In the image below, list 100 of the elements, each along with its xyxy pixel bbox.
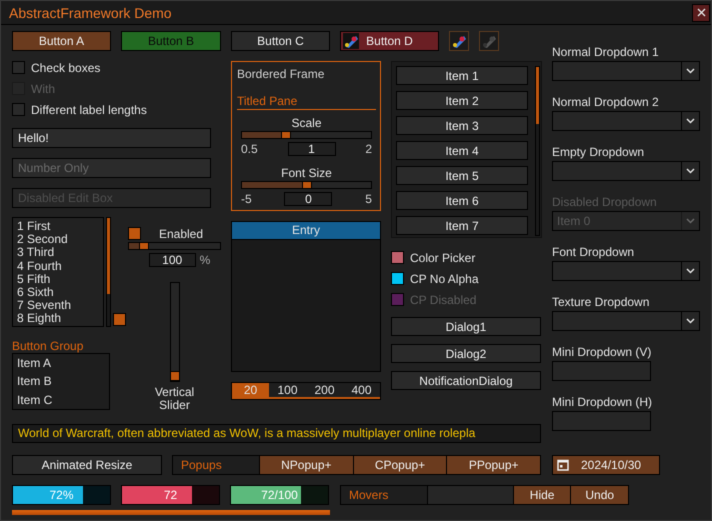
dropdown-label: Mini Dropdown (H) [552, 394, 654, 411]
page-size-tab[interactable]: 400 [343, 383, 380, 399]
popup-button[interactable]: NPopup+ [259, 456, 353, 474]
max-label: 5 [365, 192, 372, 206]
color-picker-label: CP Disabled [410, 292, 476, 306]
square-button[interactable] [113, 313, 126, 326]
dropdown-label: Normal Dropdown 2 [552, 94, 660, 111]
list-item-button[interactable]: Item 6 [396, 191, 528, 210]
color-swatch[interactable] [391, 272, 404, 285]
text-field[interactable]: Number Only [12, 158, 211, 178]
progress-label: 72% [48, 487, 75, 504]
push-button[interactable]: Button A [12, 31, 111, 51]
group-title: Button Group [12, 339, 84, 353]
list-item[interactable]: 1 First [17, 220, 99, 234]
scrollbar[interactable] [535, 66, 540, 236]
color-picker-label: CP No Alpha [410, 272, 478, 286]
slider-thumb[interactable] [138, 242, 149, 250]
window-title: AbstractFramework Demo [9, 4, 172, 20]
page-size-tab[interactable]: 20 [232, 383, 269, 399]
dropdown-label: Texture Dropdown [552, 294, 650, 311]
dropdown-label: Disabled Dropdown [552, 194, 658, 211]
pane-title: Titled Pane [237, 94, 298, 108]
close-icon [696, 8, 706, 17]
unit-label: % [200, 253, 210, 267]
page-size-tab[interactable]: 200 [306, 383, 343, 399]
checkbox[interactable] [12, 61, 25, 74]
slider[interactable] [241, 181, 372, 189]
text-field[interactable]: Hello! [12, 128, 211, 148]
slider-label: Scale [290, 116, 323, 130]
list-item-button[interactable]: Item 5 [396, 166, 528, 185]
mover-button[interactable]: Hide [512, 486, 570, 504]
slider-thumb[interactable] [170, 371, 180, 381]
slider-thumb[interactable] [302, 181, 312, 189]
slider-label: Font Size [280, 166, 333, 180]
color-swatch[interactable] [391, 251, 404, 264]
checkbox-label: Different label lengths [31, 102, 147, 116]
vertical-slider[interactable] [170, 282, 180, 382]
dialog-button[interactable]: Dialog1 [391, 317, 541, 336]
slider-label: Enabled [158, 226, 204, 240]
checkbox[interactable] [12, 103, 25, 116]
chevron-down-icon [686, 268, 695, 274]
list-item[interactable]: 4 Fourth [17, 260, 99, 273]
popup-button[interactable]: PPopup+ [446, 456, 540, 474]
min-label: 0.5 [241, 142, 258, 156]
dialog-button[interactable]: Dialog2 [391, 344, 541, 363]
dropdown-label: Font Dropdown [552, 244, 636, 261]
close-button[interactable] [692, 4, 710, 22]
max-label: 2 [365, 142, 372, 156]
checkbox-label: With [31, 82, 55, 96]
slider[interactable] [241, 131, 372, 139]
group-title: Popups [180, 457, 223, 474]
color-picker-label: Color Picker [410, 250, 476, 264]
list-item-button[interactable]: Item 3 [396, 116, 528, 135]
page-size-tab[interactable]: 100 [269, 383, 306, 399]
popup-button[interactable]: CPopup+ [352, 456, 446, 474]
chevron-down-icon [686, 118, 695, 124]
list-item[interactable]: 6 Sixth [17, 286, 99, 300]
number-field[interactable]: 100 [148, 253, 196, 267]
animated-resize-button[interactable]: Animated Resize [12, 455, 162, 475]
group-item[interactable]: Item C [13, 390, 109, 409]
list-item[interactable]: 7 Seventh [17, 299, 99, 312]
chevron-down-icon [686, 218, 695, 224]
checkbox[interactable] [128, 227, 141, 240]
list-item-button[interactable]: Item 2 [396, 91, 528, 110]
frame-title: Bordered Frame [237, 67, 326, 81]
chevron-down-icon [686, 68, 695, 74]
slider-label: Vertical Slider [154, 386, 196, 412]
group-title: Movers [348, 487, 390, 504]
list-item-button[interactable]: Item 4 [396, 141, 528, 160]
slider[interactable] [128, 242, 221, 250]
progress-label: 72 [162, 487, 178, 504]
list-item[interactable]: 8 Eighth [17, 312, 99, 326]
scrolling-text: World of Warcraft, often abbreviated as WoW, is a massively multiplayer online rolepla [12, 424, 541, 443]
dropdown-label: Normal Dropdown 1 [552, 44, 660, 61]
progress-label: 72/100 [260, 487, 299, 504]
push-button[interactable]: Button D [340, 31, 439, 51]
checkbox-label: Check boxes [31, 60, 100, 74]
chevron-down-icon [686, 318, 695, 324]
icon-button[interactable] [449, 31, 469, 51]
mover-button[interactable]: Undo [570, 486, 628, 504]
number-field[interactable]: 1 [288, 142, 336, 156]
dropdown-label: Empty Dropdown [552, 144, 646, 161]
group-item[interactable]: Item B [13, 372, 109, 391]
chevron-down-icon [686, 168, 695, 174]
calendar-icon [557, 459, 569, 471]
list-item-button[interactable]: Item 1 [396, 66, 528, 85]
slider-thumb[interactable] [281, 131, 292, 139]
scrollbar[interactable] [106, 217, 111, 327]
dropdown-label: Mini Dropdown (V) [552, 344, 652, 361]
list-item[interactable]: 2 Second [17, 233, 99, 246]
column-header[interactable]: Entry [232, 222, 380, 240]
dialog-button[interactable]: NotificationDialog [391, 371, 541, 390]
push-button[interactable]: Button C [231, 31, 330, 51]
number-field[interactable]: 0 [284, 192, 332, 206]
min-label: -5 [241, 192, 252, 206]
list-item-button[interactable]: Item 7 [396, 216, 528, 235]
date-picker[interactable]: 2024/10/30 [552, 455, 660, 475]
list-item[interactable]: 3 Third [17, 246, 99, 260]
list-item[interactable]: 5 Fifth [17, 272, 99, 286]
group-item[interactable]: Item A [13, 354, 109, 372]
